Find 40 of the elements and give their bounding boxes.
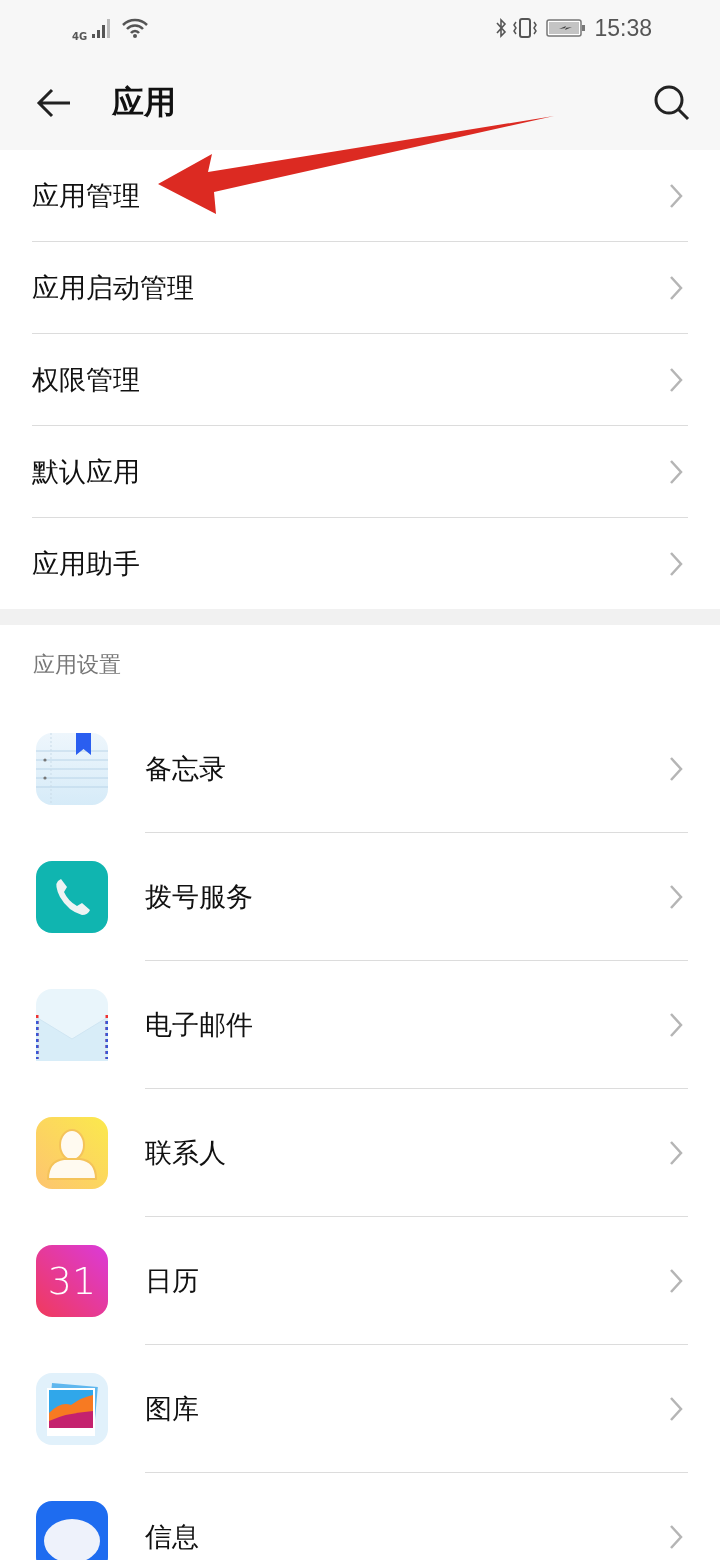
battery-icon <box>546 17 587 39</box>
row-label: 应用启动管理 <box>32 270 194 305</box>
row-label: 日历 <box>145 1263 199 1298</box>
row-label: 应用管理 <box>32 178 140 213</box>
app-row[interactable]: 图库 <box>0 1345 720 1473</box>
row-label: 联系人 <box>145 1135 226 1170</box>
settings-row[interactable]: 权限管理 <box>32 334 688 426</box>
app-icon <box>36 861 108 933</box>
row-label: 权限管理 <box>32 362 140 397</box>
clock-time: 15:38 <box>594 14 652 42</box>
app-row[interactable]: 电子邮件 <box>0 961 720 1089</box>
app-row[interactable]: 拨号服务 <box>0 833 720 961</box>
bluetooth-icon <box>494 17 509 39</box>
page-title: 应用 <box>112 82 176 123</box>
app-icon <box>36 989 108 1061</box>
settings-row[interactable]: 应用助手 <box>32 518 688 609</box>
row-label: 电子邮件 <box>145 1007 253 1042</box>
settings-row[interactable]: 应用启动管理 <box>32 242 688 334</box>
search-icon[interactable] <box>652 83 692 123</box>
app-icon <box>36 1373 108 1445</box>
settings-row[interactable]: 默认应用 <box>32 426 688 518</box>
row-label: 默认应用 <box>32 454 140 489</box>
row-label: 应用助手 <box>32 546 140 581</box>
app-row[interactable]: 31 日历 <box>0 1217 720 1345</box>
row-label: 拨号服务 <box>145 879 253 914</box>
app-icon <box>36 1117 108 1189</box>
app-icon <box>36 1501 108 1560</box>
app-icon <box>36 1245 108 1317</box>
icon-number: 31 <box>47 1258 97 1304</box>
vibrate-icon <box>512 17 539 39</box>
section-header: 应用设置 <box>33 651 121 679</box>
app-row[interactable]: 备忘录 <box>0 705 720 833</box>
app-icon <box>36 733 108 805</box>
app-row[interactable]: 信息 <box>0 1473 720 1560</box>
row-label: 信息 <box>145 1519 199 1554</box>
row-label: 备忘录 <box>145 751 226 786</box>
network-label: 4G <box>72 30 88 42</box>
row-label: 图库 <box>145 1391 199 1426</box>
app-row[interactable]: 联系人 <box>0 1089 720 1217</box>
wifi-icon <box>121 17 150 39</box>
